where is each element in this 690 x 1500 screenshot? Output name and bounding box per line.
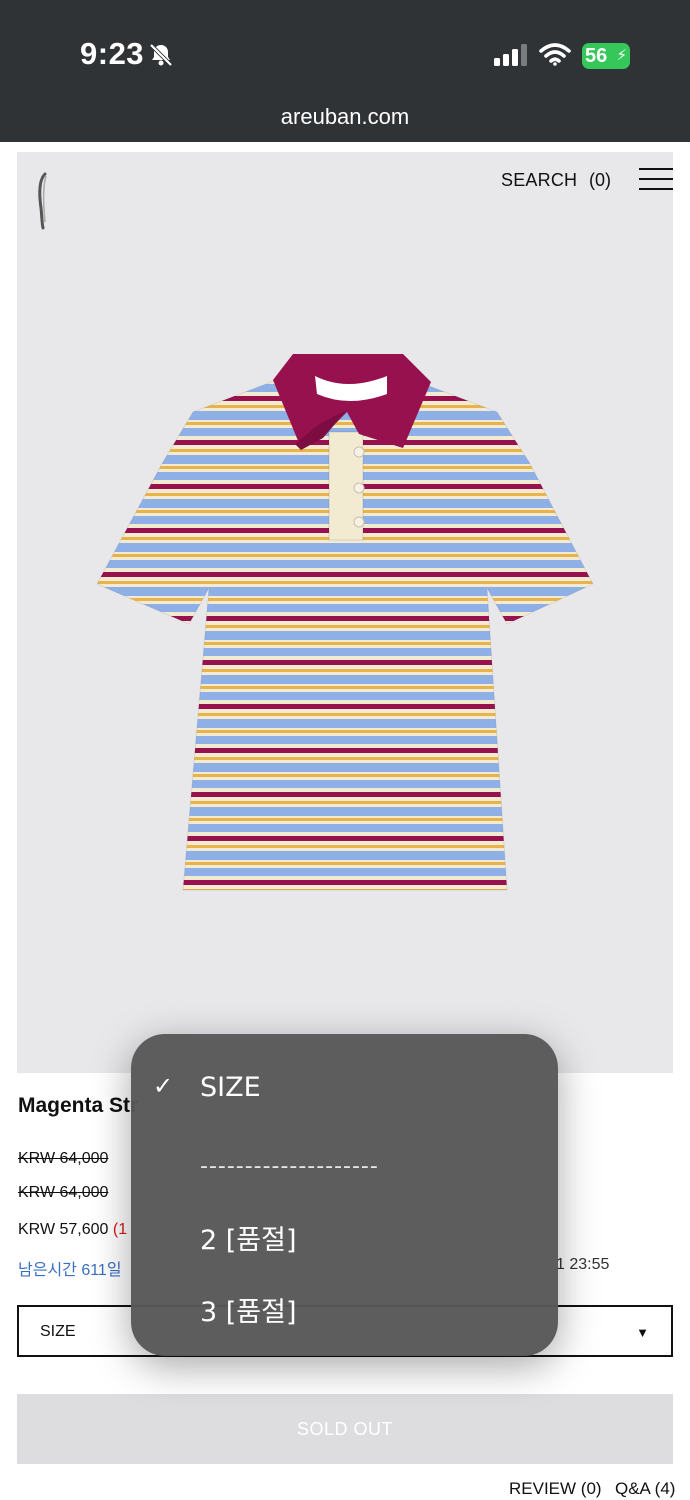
remaining-time: 남은시간 611일: [18, 1262, 122, 1279]
cart-count[interactable]: (0): [589, 170, 611, 191]
battery-level: 56: [585, 45, 608, 67]
original-price-2: KRW 64,000: [18, 1184, 109, 1201]
size-option-placeholder[interactable]: ✓ SIZE: [131, 1058, 558, 1118]
cellular-signal-icon: [494, 44, 530, 71]
sale-end-time: 1 23:55: [556, 1256, 610, 1273]
size-select-value: SIZE: [40, 1323, 76, 1340]
size-options-popup[interactable]: ✓ SIZE -------------------- 2 [품절] 3 [품절…: [131, 1034, 558, 1356]
size-option-2[interactable]: 2 [품절]: [131, 1204, 558, 1264]
option-label: --------------------: [200, 1154, 379, 1179]
wifi-icon: [539, 42, 571, 71]
option-label: 3 [품절]: [200, 1297, 297, 1328]
dropdown-arrow-icon: ▼: [636, 1325, 649, 1340]
size-option-divider[interactable]: --------------------: [131, 1140, 558, 1200]
hamburger-menu-icon[interactable]: [639, 166, 673, 197]
option-label: 2 [품절]: [200, 1225, 297, 1256]
sale-price-row: KRW 57,600 (1: [18, 1221, 127, 1239]
url-bar[interactable]: areuban.com: [0, 104, 690, 130]
checkmark-icon: ✓: [153, 1072, 174, 1100]
search-link[interactable]: SEARCH: [501, 170, 577, 191]
charging-bolt-icon: ⚡: [616, 47, 627, 64]
tab-qna[interactable]: Q&A (4): [615, 1479, 675, 1499]
status-bar: 9:23 56 ⚡ areuban.com: [0, 0, 690, 142]
tab-review[interactable]: REVIEW (0): [509, 1479, 602, 1499]
bell-slash-icon: [148, 42, 174, 73]
discount-rate: (1: [112, 1221, 128, 1238]
option-label: SIZE: [200, 1072, 261, 1103]
battery-indicator: 56 ⚡: [582, 43, 630, 69]
striped-polo-shirt-image: [97, 354, 593, 891]
product-image[interactable]: SEARCH (0): [17, 152, 673, 1073]
brand-logo-icon[interactable]: [37, 172, 49, 235]
clock: 9:23: [80, 36, 145, 71]
size-option-3[interactable]: 3 [품절]: [131, 1276, 558, 1336]
original-price: KRW 64,000: [18, 1150, 109, 1167]
product-title: Magenta Str: [18, 1094, 139, 1117]
sale-price: KRW 57,600: [18, 1221, 109, 1238]
sold-out-button[interactable]: SOLD OUT: [17, 1394, 673, 1464]
